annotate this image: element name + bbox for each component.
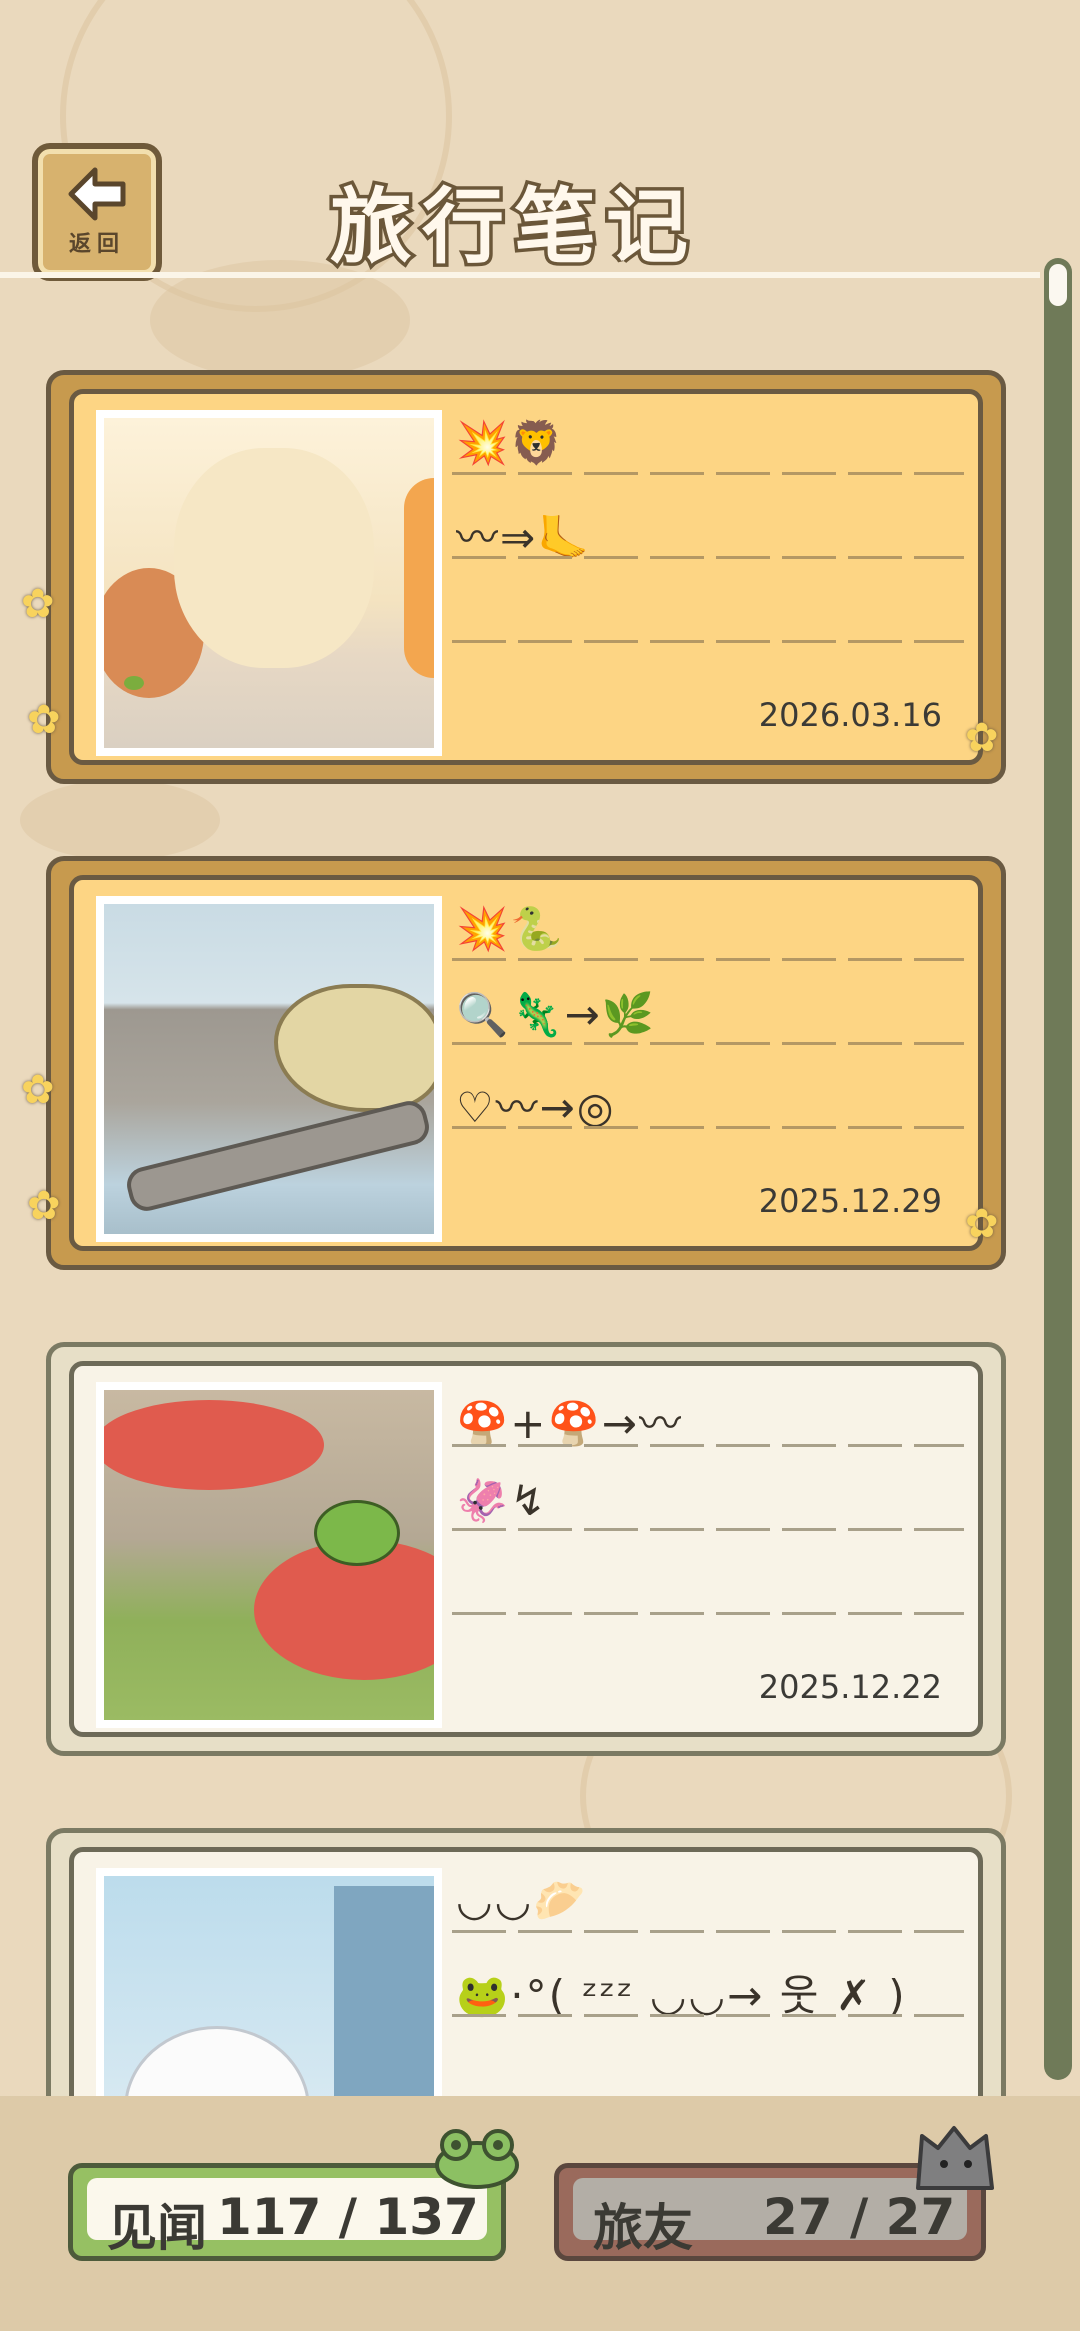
- background-decoration: [20, 780, 220, 860]
- note-line: [452, 1444, 964, 1447]
- note-line: [452, 640, 964, 643]
- note-line: [452, 1528, 964, 1531]
- note-line: [452, 556, 964, 559]
- header: 返回 旅行笔记: [0, 0, 1080, 281]
- entry-date: 2025.12.29: [758, 1182, 942, 1220]
- entry-date: 2026.03.16: [758, 696, 942, 734]
- entry-notes: 💥🐍 🔍🦎→🌿 ♡〰→◎: [452, 894, 964, 1134]
- entry-notes: 💥🦁 〰⇒🦶: [452, 408, 964, 648]
- divider: [0, 272, 1040, 278]
- flower-icon: ✿: [21, 581, 55, 627]
- back-arrow-icon: [68, 167, 126, 221]
- flower-icon: ✿: [965, 1201, 999, 1247]
- flower-icon: ✿: [27, 697, 61, 743]
- note-line: [452, 1126, 964, 1129]
- flower-icon: ✿: [21, 1067, 55, 1113]
- journal-entry[interactable]: 💥🐍 🔍🦎→🌿 ♡〰→◎ 2025.12.29 ✿ ✿ ✿: [21, 856, 1006, 1270]
- entry-panel: 💥🐍 🔍🦎→🌿 ♡〰→◎ 2025.12.29: [69, 875, 983, 1251]
- entry-panel: 💥🦁 〰⇒🦶 2026.03.16: [69, 389, 983, 765]
- friends-label: 旅友: [593, 2199, 693, 2257]
- note-line: [452, 1930, 964, 1933]
- note-line: [452, 1612, 964, 1615]
- note-line: [452, 2014, 964, 2017]
- note-row: 🍄+🍄→〰: [456, 1399, 683, 1448]
- page-title: 旅行笔记: [326, 177, 699, 279]
- entry-notes: 🍄+🍄→〰 🦑↯: [452, 1380, 964, 1620]
- flower-icon: ✿: [965, 715, 999, 761]
- note-row: 💥🦁: [456, 418, 565, 467]
- note-line: [452, 958, 964, 961]
- friends-value: 27 / 27: [763, 2188, 956, 2246]
- journal-entry[interactable]: 🍄+🍄→〰 🦑↯ 2025.12.22: [46, 1342, 1006, 1756]
- entry-notes: ◡◡🥟 🐸·°( ᶻᶻᶻ ◡◡→ 웃 ✗ ): [452, 1866, 964, 2106]
- entry-photo[interactable]: [96, 896, 442, 1242]
- journal-entry[interactable]: 💥🦁 〰⇒🦶 2026.03.16 ✿ ✿ ✿: [21, 370, 1006, 784]
- note-line: [452, 472, 964, 475]
- note-line: [452, 1042, 964, 1045]
- entry-photo[interactable]: [96, 410, 442, 756]
- scrollbar-thumb[interactable]: [1049, 264, 1067, 306]
- scrollbar[interactable]: [1044, 258, 1072, 2080]
- note-row: 🦑↯: [456, 1476, 548, 1525]
- back-button[interactable]: 返回: [32, 143, 162, 281]
- cat-face-icon: [916, 2126, 994, 2190]
- frog-face-icon: [435, 2129, 519, 2189]
- entry-panel: 🍄+🍄→〰 🦑↯ 2025.12.22: [69, 1361, 983, 1737]
- entry-photo[interactable]: [96, 1382, 442, 1728]
- note-row: 💥🐍: [456, 904, 565, 953]
- knowledge-label: 见闻: [107, 2199, 207, 2257]
- flower-icon: ✿: [27, 1183, 61, 1229]
- note-row: ◡◡🥟: [456, 1876, 588, 1925]
- entry-date: 2025.12.22: [758, 1668, 942, 1706]
- note-row: 🔍🦎→🌿: [456, 990, 657, 1039]
- knowledge-value: 117 / 137: [217, 2188, 479, 2246]
- back-button-label: 返回: [68, 232, 125, 257]
